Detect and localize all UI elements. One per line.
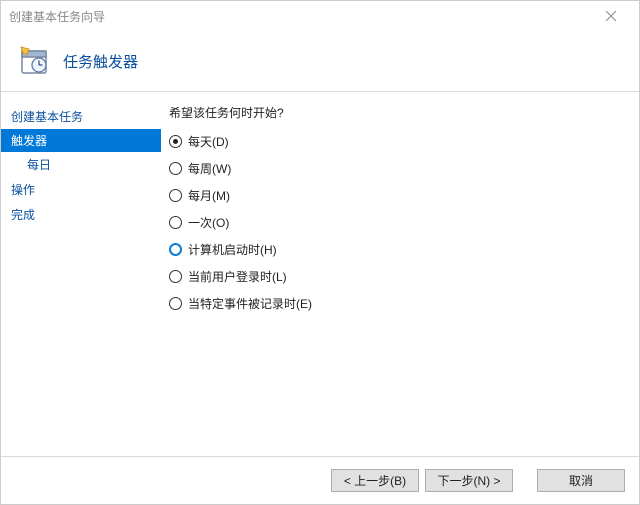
wizard-window: 创建基本任务向导 任务触发器 创建基本任务触发器每日操作完成 希望该任务何时开始…	[0, 0, 640, 505]
back-button[interactable]: < 上一步(B)	[331, 469, 419, 492]
trigger-option-label: 当特定事件被记录时(E)	[188, 295, 312, 312]
wizard-step[interactable]: 创建基本任务	[1, 104, 161, 129]
wizard-step[interactable]: 触发器	[1, 129, 161, 152]
trigger-options: 每天(D) 每周(W) 每月(M) 一次(O) 计算机启动时(H) 当前用户登录时(L) 当…	[169, 133, 627, 312]
radio-icon[interactable]	[169, 135, 182, 148]
trigger-option-label: 当前用户登录时(L)	[188, 268, 287, 285]
radio-icon[interactable]	[169, 189, 182, 202]
radio-icon[interactable]	[169, 243, 182, 256]
wizard-step[interactable]: 完成	[1, 202, 161, 227]
close-icon	[606, 11, 616, 21]
wizard-header: 任务触发器	[1, 31, 639, 91]
trigger-option[interactable]: 一次(O)	[169, 214, 627, 231]
wizard-body: 创建基本任务触发器每日操作完成 希望该任务何时开始? 每天(D) 每周(W) 每月(…	[1, 92, 639, 456]
trigger-option-label: 每天(D)	[188, 133, 229, 150]
radio-icon[interactable]	[169, 216, 182, 229]
wizard-step[interactable]: 操作	[1, 177, 161, 202]
wizard-heading: 任务触发器	[63, 51, 138, 72]
trigger-prompt: 希望该任务何时开始?	[169, 104, 627, 121]
trigger-option-label: 计算机启动时(H)	[188, 241, 277, 258]
trigger-option[interactable]: 计算机启动时(H)	[169, 241, 627, 258]
wizard-main: 希望该任务何时开始? 每天(D) 每周(W) 每月(M) 一次(O) 计算机启动时(H)…	[161, 92, 639, 456]
trigger-option[interactable]: 当前用户登录时(L)	[169, 268, 627, 285]
trigger-option-label: 每月(M)	[188, 187, 230, 204]
radio-icon[interactable]	[169, 270, 182, 283]
trigger-option-label: 一次(O)	[188, 214, 229, 231]
wizard-footer: < 上一步(B) 下一步(N) > 取消	[1, 456, 639, 504]
scheduled-task-icon	[19, 45, 51, 77]
titlebar: 创建基本任务向导	[1, 1, 639, 31]
trigger-option[interactable]: 当特定事件被记录时(E)	[169, 295, 627, 312]
trigger-option[interactable]: 每天(D)	[169, 133, 627, 150]
wizard-steps-sidebar: 创建基本任务触发器每日操作完成	[1, 92, 161, 456]
trigger-option[interactable]: 每周(W)	[169, 160, 627, 177]
trigger-option[interactable]: 每月(M)	[169, 187, 627, 204]
radio-icon[interactable]	[169, 297, 182, 310]
next-button[interactable]: 下一步(N) >	[425, 469, 513, 492]
cancel-button[interactable]: 取消	[537, 469, 625, 492]
window-title: 创建基本任务向导	[9, 8, 591, 25]
radio-icon[interactable]	[169, 162, 182, 175]
trigger-option-label: 每周(W)	[188, 160, 231, 177]
close-button[interactable]	[591, 2, 631, 30]
wizard-step[interactable]: 每日	[1, 152, 161, 177]
